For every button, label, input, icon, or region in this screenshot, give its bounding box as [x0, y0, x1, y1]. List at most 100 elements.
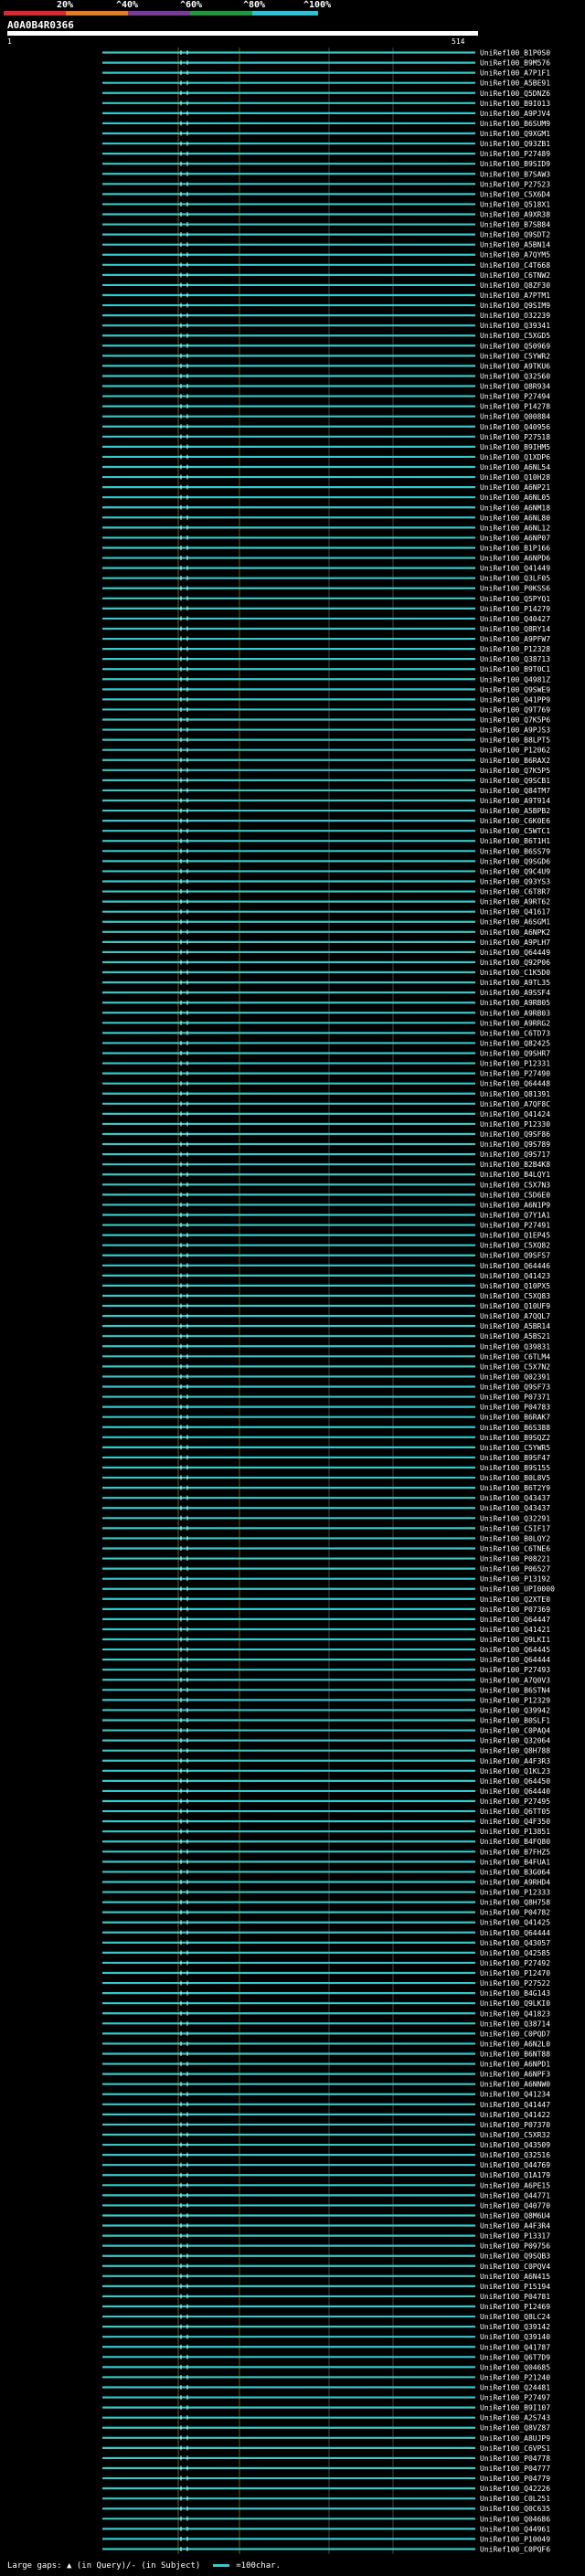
hit-label[interactable]: UniRef100_Q1EP45 — [480, 1232, 550, 1240]
hit-label[interactable]: UniRef100_Q44769 — [480, 2161, 550, 2169]
hit-label[interactable]: UniRef100_Q10H28 — [480, 473, 550, 482]
hit-label[interactable]: UniRef100_P12062 — [480, 747, 550, 755]
hit-label[interactable]: UniRef100_Q04685 — [480, 2363, 550, 2371]
hit-label[interactable]: UniRef100_P04779 — [480, 2475, 550, 2483]
hit-label[interactable]: UniRef100_Q00884 — [480, 413, 550, 421]
hit-label[interactable]: UniRef100_A6NNW0 — [480, 2081, 550, 2089]
hit-label[interactable]: UniRef100_C0PQF6 — [480, 2545, 550, 2553]
hit-label[interactable]: UniRef100_A9PJS3 — [480, 726, 550, 735]
hit-label[interactable]: UniRef100_Q8VZ87 — [480, 2424, 550, 2433]
hit-label[interactable]: UniRef100_Q5PYQ1 — [480, 595, 550, 603]
hit-label[interactable]: UniRef100_Q64448 — [480, 1080, 550, 1088]
hit-label[interactable]: UniRef100_Q9SGD6 — [480, 857, 550, 865]
hit-label[interactable]: UniRef100_Q9SCB1 — [480, 777, 550, 785]
hit-label[interactable]: UniRef100_Q41449 — [480, 565, 550, 573]
hit-label[interactable]: UniRef100_P27489 — [480, 150, 550, 158]
hit-label[interactable]: UniRef100_P27491 — [480, 1222, 550, 1230]
hit-label[interactable]: UniRef100_P12330 — [480, 1120, 550, 1129]
hit-label[interactable]: UniRef100_C6K0E6 — [480, 817, 550, 825]
hit-label[interactable]: UniRef100_A9RB05 — [480, 999, 550, 1007]
hit-label[interactable]: UniRef100_C5XQ82 — [480, 1242, 550, 1250]
hit-label[interactable]: UniRef100_Q50969 — [480, 342, 550, 350]
hit-label[interactable]: UniRef100_A6NL80 — [480, 514, 550, 522]
hit-label[interactable]: UniRef100_P0KSS6 — [480, 585, 550, 593]
hit-label[interactable]: UniRef100_Q9S717 — [480, 1150, 550, 1159]
hit-label[interactable]: UniRef100_C5XR32 — [480, 2131, 550, 2139]
hit-label[interactable]: UniRef100_A4F3R4 — [480, 2222, 550, 2231]
hit-label[interactable]: UniRef100_Q9C4U9 — [480, 867, 550, 875]
hit-label[interactable]: UniRef100_Q39341 — [480, 322, 550, 330]
hit-label[interactable]: UniRef100_A8UJP9 — [480, 2434, 550, 2443]
hit-label[interactable]: UniRef100_B6T1H1 — [480, 837, 550, 845]
hit-label[interactable]: UniRef100_B0L8V5 — [480, 1474, 550, 1482]
hit-label[interactable]: UniRef100_P04778 — [480, 2454, 550, 2463]
hit-label[interactable]: UniRef100_Q10UF9 — [480, 1302, 550, 1310]
hit-label[interactable]: UniRef100_Q64444 — [480, 1929, 550, 1937]
hit-label[interactable]: UniRef100_A4F3R3 — [480, 1757, 550, 1765]
hit-label[interactable]: UniRef100_O32239 — [480, 312, 550, 320]
hit-label[interactable]: UniRef100_A6NP21 — [480, 483, 550, 492]
hit-label[interactable]: UniRef100_Q9S789 — [480, 1140, 550, 1149]
hit-label[interactable]: UniRef100_P13192 — [480, 1575, 550, 1584]
hit-label[interactable]: UniRef100_A7QYM5 — [480, 251, 550, 260]
hit-label[interactable]: UniRef100_Q6T7D9 — [480, 2353, 550, 2361]
hit-label[interactable]: UniRef100_P09756 — [480, 2242, 550, 2251]
hit-label[interactable]: UniRef100_Q41234 — [480, 2091, 550, 2099]
hit-label[interactable]: UniRef100_C5XQ83 — [480, 1292, 550, 1300]
hit-label[interactable]: UniRef100_Q43437 — [480, 1504, 550, 1512]
hit-label[interactable]: UniRef100_B6RAX2 — [480, 757, 550, 765]
hit-label[interactable]: UniRef100_A5BN14 — [480, 241, 550, 249]
hit-label[interactable]: UniRef100_Q64444 — [480, 1656, 550, 1664]
hit-label[interactable]: UniRef100_C5XGD5 — [480, 332, 550, 340]
hit-label[interactable]: UniRef100_B6S388 — [480, 1424, 550, 1432]
hit-label[interactable]: UniRef100_B9M576 — [480, 59, 550, 68]
hit-label[interactable]: UniRef100_A9PJV4 — [480, 110, 550, 118]
hit-label[interactable]: UniRef100_Q43509 — [480, 2141, 550, 2149]
hit-label[interactable]: UniRef100_B4FQ80 — [480, 1838, 550, 1846]
hit-label[interactable]: UniRef100_P13851 — [480, 1828, 550, 1836]
hit-label[interactable]: UniRef100_Q44961 — [480, 2525, 550, 2533]
hit-label[interactable]: UniRef100_B6STN4 — [480, 1686, 550, 1694]
hit-label[interactable]: UniRef100_A9RT62 — [480, 898, 550, 906]
hit-label[interactable]: UniRef100_B4G143 — [480, 1989, 550, 1998]
hit-label[interactable]: UniRef100_Q64446 — [480, 1262, 550, 1270]
hit-label[interactable]: UniRef100_Q64450 — [480, 1777, 550, 1786]
hit-label[interactable]: UniRef100_Q9SWE9 — [480, 685, 550, 694]
hit-label[interactable]: UniRef100_Q41PP9 — [480, 695, 550, 704]
hit-label[interactable]: UniRef100_C5X7N3 — [480, 1181, 550, 1189]
hit-label[interactable]: UniRef100_Q9SIM9 — [480, 302, 550, 310]
hit-label[interactable]: UniRef100_Q44771 — [480, 2191, 550, 2200]
hit-label[interactable]: UniRef100_Q1KL23 — [480, 1767, 550, 1776]
hit-label[interactable]: UniRef100_A6PE15 — [480, 2181, 550, 2189]
hit-label[interactable]: UniRef100_Q43057 — [480, 1939, 550, 1947]
hit-label[interactable]: UniRef100_Q41787 — [480, 2343, 550, 2351]
hit-label[interactable]: UniRef100_P04782 — [480, 1909, 550, 1917]
hit-label[interactable]: UniRef100_B9T0C1 — [480, 665, 550, 673]
hit-label[interactable]: UniRef100_Q92P06 — [480, 959, 550, 967]
hit-label[interactable]: UniRef100_Q518X1 — [480, 200, 550, 208]
hit-label[interactable]: UniRef100_B4FUA1 — [480, 1858, 550, 1866]
hit-label[interactable]: UniRef100_Q32560 — [480, 372, 550, 380]
hit-label[interactable]: UniRef100_P08221 — [480, 1555, 550, 1564]
hit-label[interactable]: UniRef100_Q82425 — [480, 1039, 550, 1047]
hit-label[interactable]: UniRef100_B6NT88 — [480, 2051, 550, 2059]
hit-label[interactable]: UniRef100_Q7K5P6 — [480, 716, 550, 725]
hit-label[interactable]: UniRef100_Q8H788 — [480, 1747, 550, 1755]
hit-label[interactable]: UniRef100_Q93ZB1 — [480, 140, 550, 148]
hit-label[interactable]: UniRef100_Q02391 — [480, 1373, 550, 1381]
hit-label[interactable]: UniRef100_P07370 — [480, 2121, 550, 2129]
hit-label[interactable]: UniRef100_P14279 — [480, 605, 550, 613]
hit-label[interactable]: UniRef100_Q8M6U4 — [480, 2211, 550, 2220]
hit-label[interactable]: UniRef100_C5IF17 — [480, 1524, 550, 1532]
hit-label[interactable]: UniRef100_C6TD73 — [480, 1029, 550, 1037]
hit-label[interactable]: UniRef100_P04783 — [480, 1404, 550, 1412]
hit-label[interactable]: UniRef100_B9IHM5 — [480, 443, 550, 451]
hit-label[interactable]: UniRef100_A7P1F1 — [480, 69, 550, 78]
hit-label[interactable]: UniRef100_B1P0S0 — [480, 49, 550, 58]
hit-label[interactable]: UniRef100_Q04686 — [480, 2515, 550, 2523]
hit-label[interactable]: UniRef100_A9RB03 — [480, 1009, 550, 1017]
hit-label[interactable]: UniRef100_A6NPF3 — [480, 2071, 550, 2079]
hit-label[interactable]: UniRef100_Q41425 — [480, 1919, 550, 1927]
hit-label[interactable]: UniRef100_Q43437 — [480, 1494, 550, 1502]
hit-label[interactable]: UniRef100_C5X6D4 — [480, 190, 550, 198]
